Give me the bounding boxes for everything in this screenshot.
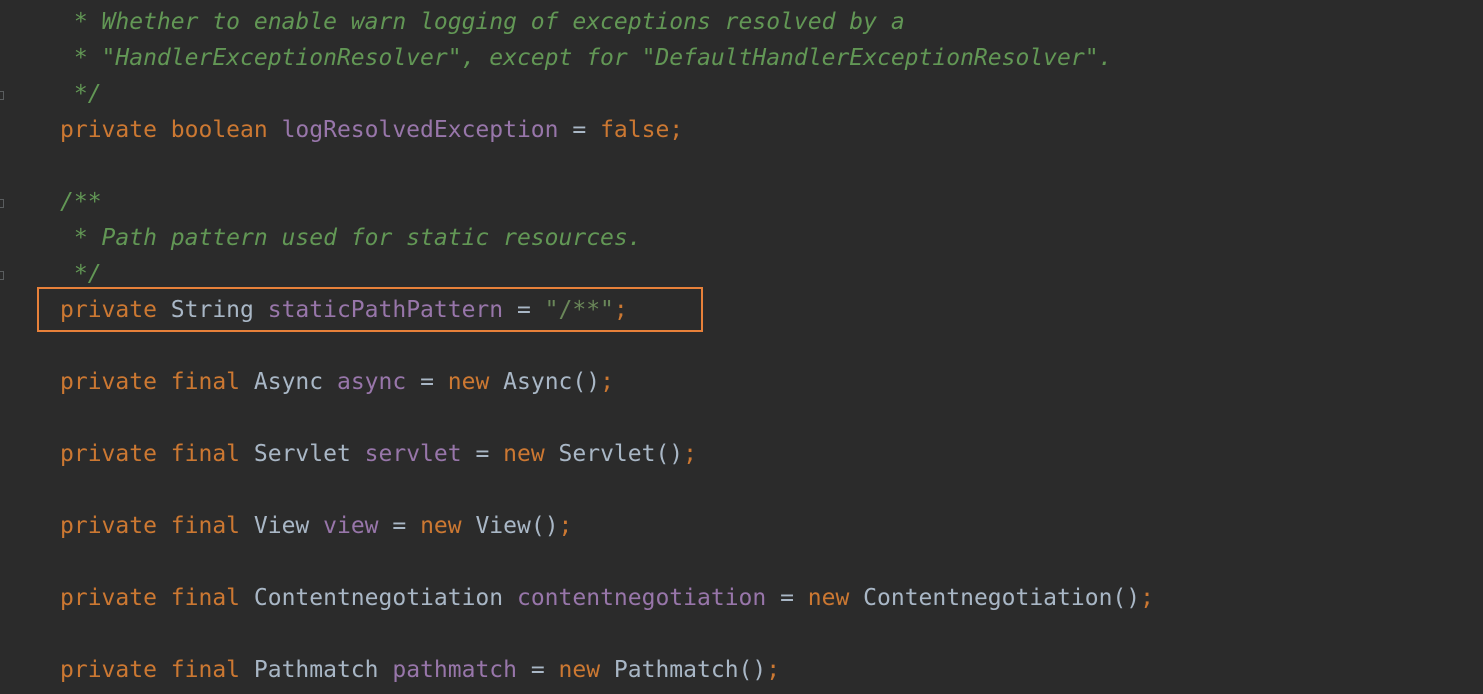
code-token: = bbox=[516, 657, 559, 683]
code-line-highlighted[interactable]: private String staticPathPattern = "/**"… bbox=[60, 292, 628, 328]
code-token: * Path pattern used for static resources… bbox=[60, 225, 642, 251]
code-token: String bbox=[170, 297, 268, 323]
code-token: Pathmatch bbox=[253, 657, 393, 683]
fold-end-icon[interactable] bbox=[0, 271, 4, 280]
code-token: Servlet bbox=[253, 441, 365, 467]
code-token: logResolvedException bbox=[281, 117, 559, 143]
code-token: Contentnegotiation bbox=[253, 585, 517, 611]
code-token: = bbox=[378, 513, 421, 539]
code-line[interactable]: private final Async async = new Async(); bbox=[60, 364, 614, 400]
editor-gutter bbox=[0, 0, 30, 694]
code-token: Async() bbox=[503, 369, 601, 395]
code-token: servlet bbox=[364, 441, 462, 467]
code-token: private final bbox=[60, 513, 254, 539]
code-token: * "HandlerExceptionResolver", except for… bbox=[60, 45, 1113, 71]
code-token: ; bbox=[600, 369, 614, 395]
code-token: */ bbox=[60, 261, 102, 287]
code-token: async bbox=[336, 369, 407, 395]
code-token: contentnegotiation bbox=[516, 585, 767, 611]
code-token: pathmatch bbox=[392, 657, 517, 683]
code-line[interactable]: */ bbox=[60, 256, 102, 292]
code-token: Contentnegotiation() bbox=[863, 585, 1141, 611]
code-token: View bbox=[253, 513, 324, 539]
code-line[interactable]: private boolean logResolvedException = f… bbox=[60, 112, 683, 148]
code-token: new bbox=[558, 657, 614, 683]
code-token: Servlet() bbox=[558, 441, 684, 467]
code-editor[interactable]: * Whether to enable warn logging of exce… bbox=[0, 0, 1483, 694]
fold-start-icon[interactable] bbox=[0, 199, 4, 208]
code-line[interactable]: */ bbox=[60, 76, 102, 112]
code-token: private final bbox=[60, 369, 254, 395]
code-token: private bbox=[60, 297, 171, 323]
code-line[interactable]: private final Contentnegotiation content… bbox=[60, 580, 1154, 616]
code-token: new bbox=[420, 513, 476, 539]
code-token: private final bbox=[60, 657, 254, 683]
code-line[interactable]: private final Pathmatch pathmatch = new … bbox=[60, 652, 780, 688]
code-line[interactable]: /** bbox=[60, 184, 102, 220]
code-token: Pathmatch() bbox=[613, 657, 767, 683]
fold-end-icon[interactable] bbox=[0, 91, 4, 100]
code-token: = bbox=[766, 585, 808, 611]
code-token: View() bbox=[475, 513, 559, 539]
code-token: ; bbox=[766, 657, 781, 683]
code-token: private final bbox=[60, 441, 254, 467]
code-line[interactable]: private final View view = new View(); bbox=[60, 508, 572, 544]
code-line[interactable]: private final Servlet servlet = new Serv… bbox=[60, 436, 697, 472]
code-token: staticPathPattern bbox=[267, 297, 504, 323]
code-token: ; bbox=[683, 441, 698, 467]
code-token: * Whether to enable warn logging of exce… bbox=[60, 9, 905, 35]
code-token: = bbox=[503, 297, 545, 323]
code-token: ; bbox=[558, 513, 573, 539]
code-line[interactable]: * Path pattern used for static resources… bbox=[60, 220, 642, 256]
code-token: view bbox=[323, 513, 379, 539]
code-token: = bbox=[558, 117, 601, 143]
code-line[interactable]: * Whether to enable warn logging of exce… bbox=[60, 4, 905, 40]
code-token: */ bbox=[60, 81, 102, 107]
code-token: = bbox=[461, 441, 504, 467]
code-token: new bbox=[447, 369, 504, 395]
code-token: ; bbox=[613, 297, 628, 323]
code-line[interactable]: * "HandlerExceptionResolver", except for… bbox=[60, 40, 1113, 76]
code-token: new bbox=[807, 585, 864, 611]
code-token: new bbox=[503, 441, 559, 467]
code-token: "/**" bbox=[544, 297, 614, 323]
code-token: Async bbox=[253, 369, 337, 395]
code-token: = bbox=[406, 369, 448, 395]
code-token: false; bbox=[600, 117, 684, 143]
code-token: ; bbox=[1140, 585, 1154, 611]
code-token: private final bbox=[60, 585, 254, 611]
code-token: private boolean bbox=[60, 117, 282, 143]
code-token: /** bbox=[60, 189, 102, 215]
